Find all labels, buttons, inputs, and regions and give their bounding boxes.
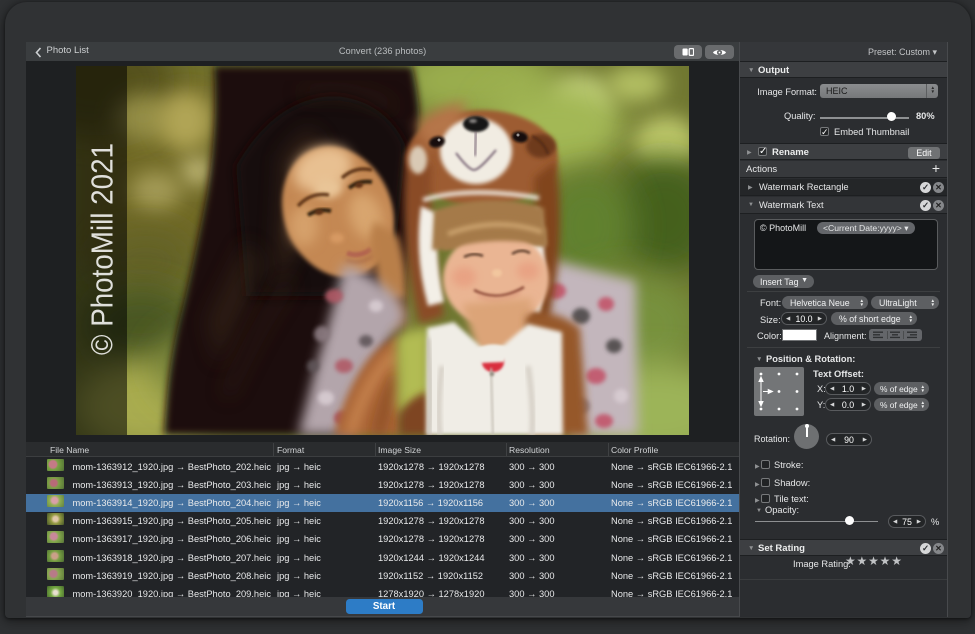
svg-text:© PhotoMill 2021: © PhotoMill 2021 bbox=[85, 143, 120, 355]
